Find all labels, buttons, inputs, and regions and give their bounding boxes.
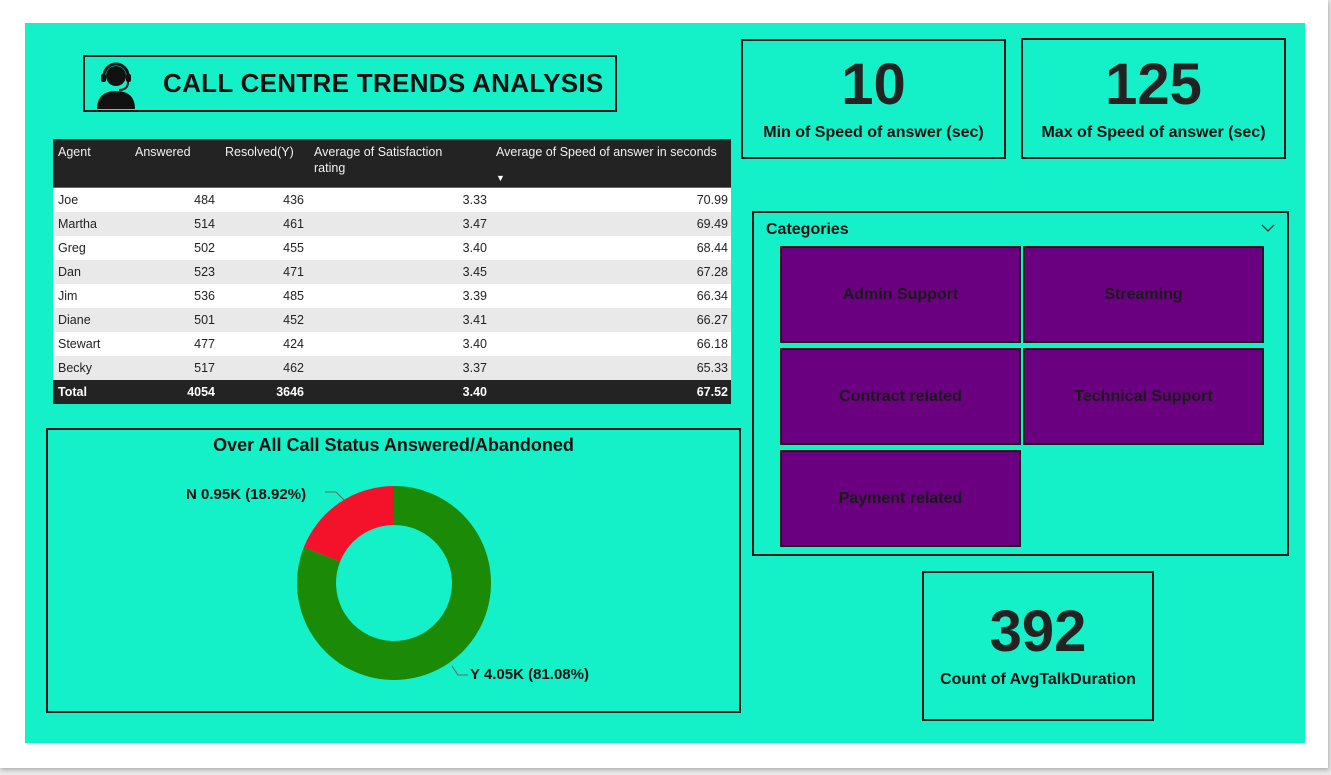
table-row[interactable]: Diane 501 452 3.41 66.27 (53, 308, 731, 332)
cell-agent: Dan (58, 265, 81, 279)
total-speed: 67.52 (696, 385, 728, 399)
table-row[interactable]: Stewart 477 424 3.40 66.18 (53, 332, 731, 356)
max-speed-card[interactable]: 125 Max of Speed of answer (sec) (1021, 38, 1286, 159)
call-centre-agent-icon (97, 62, 135, 109)
cell-agent: Martha (58, 217, 97, 231)
donut-slice-n[interactable] (303, 486, 394, 562)
cell-agent: Diane (58, 313, 91, 327)
cell-answered: 536 (194, 289, 215, 303)
cell-answered: 502 (194, 241, 215, 255)
cell-speed: 66.18 (696, 337, 728, 351)
cell-resolved: 424 (283, 337, 304, 351)
cell-agent: Stewart (58, 337, 101, 351)
table-row[interactable]: Martha 514 461 3.47 69.49 (53, 212, 731, 236)
call-status-donut-chart: Over All Call Status Answered/Abandoned … (46, 428, 741, 713)
sort-descending-icon[interactable]: ▼ (496, 173, 505, 183)
cell-resolved: 461 (283, 217, 304, 231)
categories-title: Categories (766, 221, 849, 238)
table-body: Joe 484 436 3.33 70.99 Martha 514 461 3.47 69.49 G… (53, 187, 731, 380)
cell-answered: 514 (194, 217, 215, 231)
cell-speed: 66.27 (696, 313, 728, 327)
cell-speed: 66.34 (696, 289, 728, 303)
cell-satisfaction: 3.39 (462, 289, 487, 303)
table-total-row: Total 4054 3646 3.40 67.52 (53, 380, 731, 404)
table-row[interactable]: Joe 484 436 3.33 70.99 (53, 187, 731, 212)
agent-table[interactable]: Agent Answered Resolved(Y) Average of Sa… (53, 139, 731, 404)
cell-speed: 70.99 (696, 193, 728, 207)
cell-satisfaction: 3.37 (462, 361, 487, 375)
chevron-down-icon[interactable] (1259, 219, 1277, 237)
category-tile-streaming[interactable]: Streaming (1023, 246, 1264, 343)
cell-answered: 523 (194, 265, 215, 279)
col-header-speed[interactable]: Average of Speed of answer in seconds (496, 144, 728, 160)
cell-satisfaction: 3.40 (462, 241, 487, 255)
max-speed-label: Max of Speed of answer (sec) (1041, 123, 1266, 141)
total-satisfaction: 3.40 (462, 385, 487, 399)
col-header-answered[interactable]: Answered (135, 144, 191, 160)
table-row[interactable]: Jim 536 485 3.39 66.34 (53, 284, 731, 308)
cell-resolved: 462 (283, 361, 304, 375)
leader-line-n (325, 491, 345, 501)
cell-agent: Becky (58, 361, 93, 375)
avg-talk-label: Count of AvgTalkDuration (940, 671, 1136, 688)
dashboard-canvas: CALL CENTRE TRENDS ANALYSIS 10 Min of Sp… (25, 23, 1305, 743)
report-page: CALL CENTRE TRENDS ANALYSIS 10 Min of Sp… (0, 0, 1328, 768)
cell-agent: Jim (58, 289, 78, 303)
cell-satisfaction: 3.40 (462, 337, 487, 351)
category-tile-contract-related[interactable]: Contract related (780, 348, 1021, 445)
cell-speed: 65.33 (696, 361, 728, 375)
col-header-agent[interactable]: Agent (58, 144, 91, 160)
table-header: Agent Answered Resolved(Y) Average of Sa… (53, 139, 731, 187)
leader-line-y (451, 665, 468, 676)
cell-agent: Joe (58, 193, 79, 207)
avg-talk-duration-card[interactable]: 392 Count of AvgTalkDuration (922, 571, 1154, 721)
cell-satisfaction: 3.41 (462, 313, 487, 327)
total-answered: 4054 (187, 385, 215, 399)
col-header-resolved[interactable]: Resolved(Y) (225, 144, 294, 160)
avg-talk-value: 392 (989, 599, 1087, 664)
cell-speed: 68.44 (696, 241, 728, 255)
cell-speed: 69.49 (696, 217, 728, 231)
cell-answered: 501 (194, 313, 215, 327)
cell-resolved: 471 (283, 265, 304, 279)
total-label: Total (58, 385, 87, 399)
cell-satisfaction: 3.47 (462, 217, 487, 231)
table-row[interactable]: Greg 502 455 3.40 68.44 (53, 236, 731, 260)
cell-satisfaction: 3.33 (462, 193, 487, 207)
category-tile-admin-support[interactable]: Admin Support (780, 246, 1021, 343)
col-header-satisfaction[interactable]: Average of Satisfaction rating (314, 144, 474, 176)
donut-svg (297, 486, 491, 680)
page-title: CALL CENTRE TRENDS ANALYSIS (163, 68, 604, 98)
cell-answered: 484 (194, 193, 215, 207)
min-speed-card[interactable]: 10 Min of Speed of answer (sec) (741, 39, 1006, 159)
cell-agent: Greg (58, 241, 86, 255)
min-speed-label: Min of Speed of answer (sec) (763, 124, 984, 141)
cell-answered: 517 (194, 361, 215, 375)
slice-label-n: N 0.95K (18.92%) (186, 486, 307, 503)
categories-slicer: Categories Admin Support Streaming Contr… (752, 211, 1289, 556)
cell-resolved: 436 (283, 193, 304, 207)
min-speed-value: 10 (841, 52, 906, 117)
cell-answered: 477 (194, 337, 215, 351)
max-speed-value: 125 (1105, 51, 1202, 117)
slice-label-y: Y 4.05K (81.08%) (470, 666, 589, 683)
cell-resolved: 452 (283, 313, 304, 327)
total-resolved: 3646 (276, 385, 304, 399)
cell-resolved: 485 (283, 289, 304, 303)
title-banner: CALL CENTRE TRENDS ANALYSIS (83, 55, 617, 112)
table-row[interactable]: Dan 523 471 3.45 67.28 (53, 260, 731, 284)
cell-satisfaction: 3.45 (462, 265, 487, 279)
table-row[interactable]: Becky 517 462 3.37 65.33 (53, 356, 731, 380)
cell-speed: 67.28 (696, 265, 728, 279)
category-tile-technical-support[interactable]: Technical Support (1023, 348, 1264, 445)
category-tile-payment-related[interactable]: Payment related (780, 450, 1021, 547)
cell-resolved: 455 (283, 241, 304, 255)
